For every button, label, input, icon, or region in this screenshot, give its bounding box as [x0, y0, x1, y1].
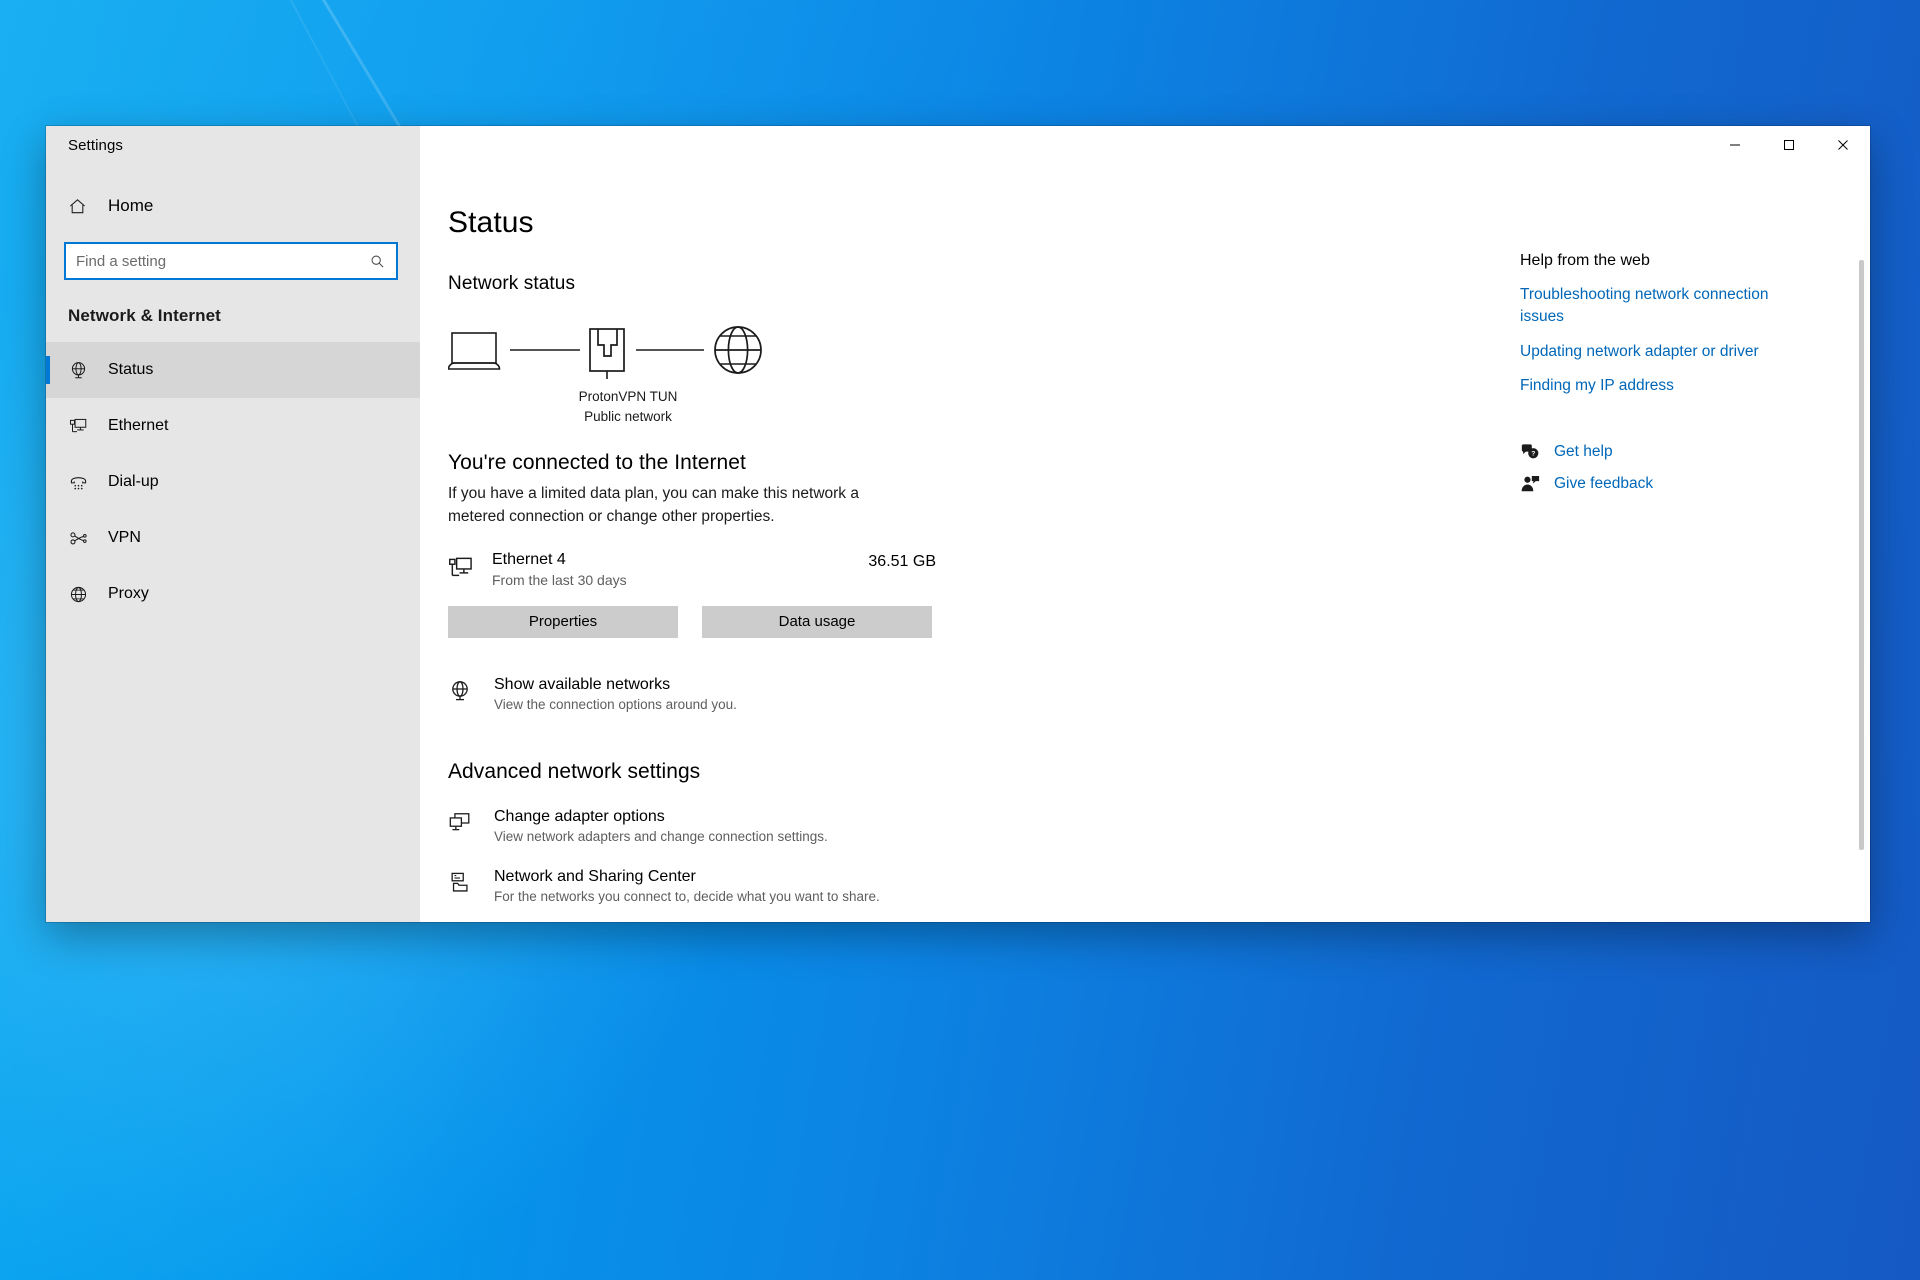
- advanced-item-subtitle: For the networks you connect to, decide …: [494, 888, 880, 904]
- show-available-networks[interactable]: Show available networks View the connect…: [448, 676, 1520, 712]
- window-title: Settings: [68, 136, 123, 154]
- sidebar-item-home[interactable]: Home: [46, 184, 420, 228]
- sidebar-item-status[interactable]: Status: [46, 342, 420, 398]
- adapter-period: From the last 30 days: [492, 571, 627, 588]
- change-adapter-text: Change adapter options View network adap…: [494, 808, 828, 844]
- laptop-icon: [448, 332, 501, 370]
- ethernet-adapter-icon: [448, 551, 492, 585]
- sidebar-item-ethernet[interactable]: Ethernet: [46, 398, 420, 454]
- network-type: Public network: [584, 408, 672, 424]
- network-status-heading: Network status: [448, 273, 576, 294]
- adapter-row: Ethernet 4 From the last 30 days 36.51 G…: [448, 551, 936, 588]
- advanced-settings-list: Change adapter options View network adap…: [448, 808, 1520, 923]
- sidebar-item-label: VPN: [108, 529, 141, 546]
- home-icon: [68, 197, 108, 216]
- globe-icon: [68, 360, 108, 381]
- connection-title: You're connected to the Internet: [448, 451, 746, 474]
- title-bar-left: Settings: [46, 126, 420, 164]
- scrollbar-thumb[interactable]: [1859, 260, 1864, 850]
- sidebar-item-label: Status: [108, 361, 154, 378]
- network-name: ProtonVPN TUN: [578, 389, 678, 404]
- svg-text:?: ?: [1531, 451, 1535, 458]
- sidebar-item-label: Dial-up: [108, 473, 159, 490]
- adapter-text: Ethernet 4 From the last 30 days: [492, 551, 868, 588]
- search-input[interactable]: [76, 252, 366, 270]
- change-adapter-options[interactable]: Change adapter options View network adap…: [448, 808, 1520, 844]
- globe-icon: [714, 326, 762, 374]
- sidebar-nav-list: Status Ethernet Dial-up VPN Proxy: [46, 342, 420, 622]
- help-link-finding-ip[interactable]: Finding my IP address: [1520, 375, 1770, 397]
- proxy-globe-icon: [68, 584, 108, 605]
- sidebar: Home Network & Internet: [46, 164, 420, 922]
- window-body: Home Network & Internet: [46, 164, 1870, 922]
- available-networks-globe-icon: [448, 676, 494, 708]
- network-name-label: ProtonVPN TUN Public network: [508, 387, 748, 426]
- search-icon[interactable]: [366, 254, 388, 269]
- show-networks-text: Show available networks View the connect…: [494, 676, 737, 712]
- network-adapter-icon: [589, 328, 625, 379]
- sharing-center-icon: [448, 868, 494, 900]
- help-title: Help from the web: [1520, 252, 1650, 269]
- title-bar: Settings: [46, 126, 1870, 164]
- help-link-updating-adapter[interactable]: Updating network adapter or driver: [1520, 341, 1800, 363]
- window-controls: [420, 126, 1870, 164]
- main-column: Status Network status ProtonVPN TUN Publ…: [420, 164, 1520, 922]
- adapter-data-usage: 36.51 GB: [868, 552, 936, 570]
- page-title: Status: [448, 206, 534, 239]
- get-help-label: Get help: [1554, 442, 1613, 460]
- close-button[interactable]: [1816, 126, 1870, 164]
- get-help-action[interactable]: ? Get help: [1520, 442, 1850, 462]
- sidebar-category-title: Network & Internet: [68, 306, 221, 325]
- minimize-icon: [1730, 144, 1740, 146]
- sidebar-item-vpn[interactable]: VPN: [46, 510, 420, 566]
- advanced-settings-heading: Advanced network settings: [448, 759, 701, 783]
- desktop-wallpaper: Settings Home Find a setting Network & I…: [0, 0, 1920, 1280]
- settings-window: Settings Home Find a setting Network & I…: [46, 126, 1870, 922]
- give-feedback-action[interactable]: Give feedback: [1520, 474, 1850, 494]
- maximize-button[interactable]: [1762, 126, 1816, 164]
- advanced-item-subtitle: View network adapters and change connect…: [494, 828, 828, 844]
- minimize-button[interactable]: [1708, 126, 1762, 164]
- sidebar-item-proxy[interactable]: Proxy: [46, 566, 420, 622]
- feedback-person-icon: [1520, 474, 1554, 494]
- show-networks-subtitle: View the connection options around you.: [494, 696, 737, 712]
- network-diagram: ProtonVPN TUN Public network: [448, 323, 808, 427]
- sidebar-item-label: Ethernet: [108, 417, 169, 434]
- vpn-icon: [68, 528, 108, 549]
- help-column: Help from the web Troubleshooting networ…: [1520, 164, 1850, 922]
- properties-button[interactable]: Properties: [448, 605, 678, 638]
- sidebar-home-label: Home: [108, 196, 154, 215]
- sharing-center-text: Network and Sharing Center For the netwo…: [494, 868, 880, 904]
- dialup-icon: [68, 472, 108, 493]
- help-actions: ? Get help Give feedback: [1520, 442, 1850, 494]
- adapter-options-icon: [448, 808, 494, 840]
- help-link-troubleshooting[interactable]: Troubleshooting network connection issue…: [1520, 284, 1770, 329]
- network-sharing-center[interactable]: Network and Sharing Center For the netwo…: [448, 868, 1520, 904]
- network-diagram-graphic: [448, 326, 762, 379]
- question-bubble-icon: ?: [1520, 442, 1554, 462]
- content-area: Status Network status ProtonVPN TUN Publ…: [420, 164, 1870, 922]
- help-links: Troubleshooting network connection issue…: [1520, 284, 1850, 398]
- content-scrollbar[interactable]: [1859, 260, 1864, 922]
- advanced-item-title: Network and Sharing Center: [494, 867, 696, 885]
- show-networks-title: Show available networks: [494, 675, 671, 693]
- ethernet-icon: [68, 416, 108, 437]
- maximize-icon: [1784, 140, 1794, 150]
- connection-description: If you have a limited data plan, you can…: [448, 485, 859, 526]
- sidebar-item-label: Proxy: [108, 585, 149, 602]
- sidebar-item-dial-up[interactable]: Dial-up: [46, 454, 420, 510]
- adapter-name: Ethernet 4: [492, 550, 566, 568]
- close-icon: [1838, 140, 1848, 150]
- advanced-item-title: Change adapter options: [494, 807, 665, 825]
- data-usage-button[interactable]: Data usage: [702, 605, 932, 638]
- search-box[interactable]: [64, 242, 398, 280]
- adapter-button-row: Properties Data usage: [448, 605, 1520, 638]
- give-feedback-label: Give feedback: [1554, 474, 1654, 492]
